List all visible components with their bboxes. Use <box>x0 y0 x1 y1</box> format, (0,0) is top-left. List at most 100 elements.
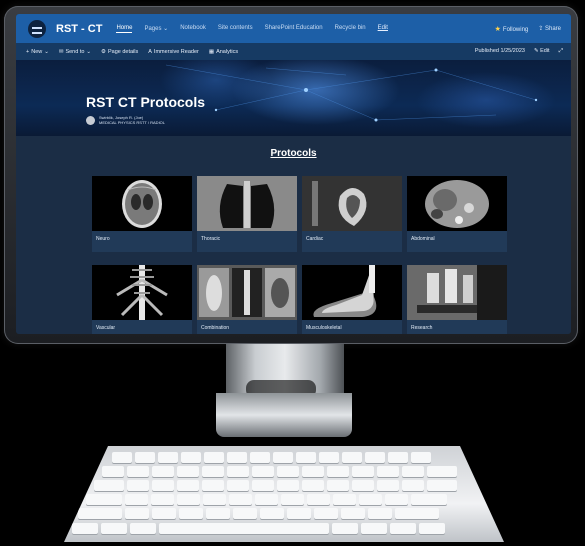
nav-pages[interactable]: Pages ⌄ <box>144 25 168 33</box>
key[interactable] <box>332 523 358 534</box>
key[interactable] <box>112 452 132 463</box>
card-neuro[interactable]: Neuro <box>92 176 192 252</box>
key[interactable] <box>101 523 127 534</box>
key[interactable] <box>273 452 293 463</box>
key[interactable] <box>296 452 316 463</box>
key[interactable] <box>361 523 387 534</box>
key[interactable] <box>252 480 274 491</box>
analytics-button[interactable]: ▦ Analytics <box>209 49 238 55</box>
key[interactable] <box>377 466 399 477</box>
key[interactable] <box>365 452 385 463</box>
key[interactable] <box>327 466 349 477</box>
key[interactable] <box>179 508 203 519</box>
avatar[interactable] <box>86 115 95 125</box>
key[interactable] <box>94 480 124 491</box>
key[interactable] <box>341 508 365 519</box>
page-details-button[interactable]: ⚙ Page details <box>101 49 138 55</box>
key[interactable] <box>419 523 445 534</box>
key[interactable] <box>333 494 356 505</box>
card-abdominal[interactable]: Abdominal <box>407 176 507 252</box>
key[interactable] <box>377 480 399 491</box>
key[interactable] <box>177 480 199 491</box>
nav-edit[interactable]: Edit <box>378 25 388 33</box>
key[interactable] <box>302 480 324 491</box>
card-cardiac[interactable]: Cardiac <box>302 176 402 252</box>
key[interactable] <box>255 494 278 505</box>
key[interactable] <box>78 508 122 519</box>
key[interactable] <box>206 508 230 519</box>
key[interactable] <box>229 494 252 505</box>
key[interactable] <box>390 523 416 534</box>
key[interactable] <box>102 466 124 477</box>
key[interactable] <box>388 452 408 463</box>
key[interactable] <box>86 494 122 505</box>
key[interactable] <box>352 466 374 477</box>
key[interactable] <box>427 466 457 477</box>
card-thoracic[interactable]: Thoracic <box>197 176 297 252</box>
site-title[interactable]: RST - CT <box>56 23 102 35</box>
key[interactable] <box>152 480 174 491</box>
key[interactable] <box>204 452 224 463</box>
key[interactable] <box>227 480 249 491</box>
key[interactable] <box>277 466 299 477</box>
spacebar[interactable] <box>159 523 329 534</box>
key[interactable] <box>359 494 382 505</box>
key[interactable] <box>314 508 338 519</box>
key[interactable] <box>203 494 226 505</box>
key[interactable] <box>260 508 284 519</box>
key[interactable] <box>127 466 149 477</box>
expand-icon[interactable]: ⤢ <box>559 48 563 55</box>
key[interactable] <box>302 466 324 477</box>
key[interactable] <box>151 494 174 505</box>
key[interactable] <box>181 452 201 463</box>
nav-sharepoint-education[interactable]: SharePoint Education <box>265 25 323 33</box>
key[interactable] <box>287 508 311 519</box>
key[interactable] <box>402 480 424 491</box>
key[interactable] <box>281 494 304 505</box>
nav-recycle-bin[interactable]: Recycle bin <box>335 25 366 33</box>
key[interactable] <box>152 466 174 477</box>
key[interactable] <box>233 508 257 519</box>
card-combination[interactable]: Combination <box>197 265 297 334</box>
key[interactable] <box>385 494 408 505</box>
card-musculoskeletal[interactable]: Musculoskeletal <box>302 265 402 334</box>
key[interactable] <box>135 452 155 463</box>
key[interactable] <box>368 508 392 519</box>
key[interactable] <box>72 523 98 534</box>
key[interactable] <box>177 466 199 477</box>
card-research[interactable]: Research <box>407 265 507 334</box>
immersive-reader-button[interactable]: A Immersive Reader <box>148 49 199 55</box>
key[interactable] <box>127 480 149 491</box>
key[interactable] <box>252 466 274 477</box>
key[interactable] <box>125 494 148 505</box>
share-button[interactable]: ⇪ Share <box>538 25 561 33</box>
key[interactable] <box>402 466 424 477</box>
key[interactable] <box>158 452 178 463</box>
key[interactable] <box>152 508 176 519</box>
nav-notebook[interactable]: Notebook <box>180 25 206 33</box>
key[interactable] <box>319 452 339 463</box>
key[interactable] <box>427 480 457 491</box>
key[interactable] <box>342 452 362 463</box>
following-button[interactable]: ★ Following <box>495 25 529 33</box>
new-button[interactable]: + New ⌄ <box>26 49 49 55</box>
key[interactable] <box>352 480 374 491</box>
key[interactable] <box>227 452 247 463</box>
edit-button[interactable]: ✎ Edit <box>534 48 550 55</box>
key[interactable] <box>202 480 224 491</box>
key[interactable] <box>177 494 200 505</box>
key[interactable] <box>277 480 299 491</box>
key[interactable] <box>125 508 149 519</box>
key[interactable] <box>327 480 349 491</box>
key[interactable] <box>250 452 270 463</box>
key[interactable] <box>130 523 156 534</box>
key[interactable] <box>411 452 431 463</box>
key[interactable] <box>395 508 439 519</box>
send-to-button[interactable]: ✉ Send to ⌄ <box>59 49 91 55</box>
nav-home[interactable]: Home <box>116 25 133 33</box>
card-vascular[interactable]: Vascular <box>92 265 192 334</box>
nav-site-contents[interactable]: Site contents <box>218 25 253 33</box>
key[interactable] <box>307 494 330 505</box>
site-logo-icon[interactable] <box>28 19 46 38</box>
key[interactable] <box>411 494 447 505</box>
